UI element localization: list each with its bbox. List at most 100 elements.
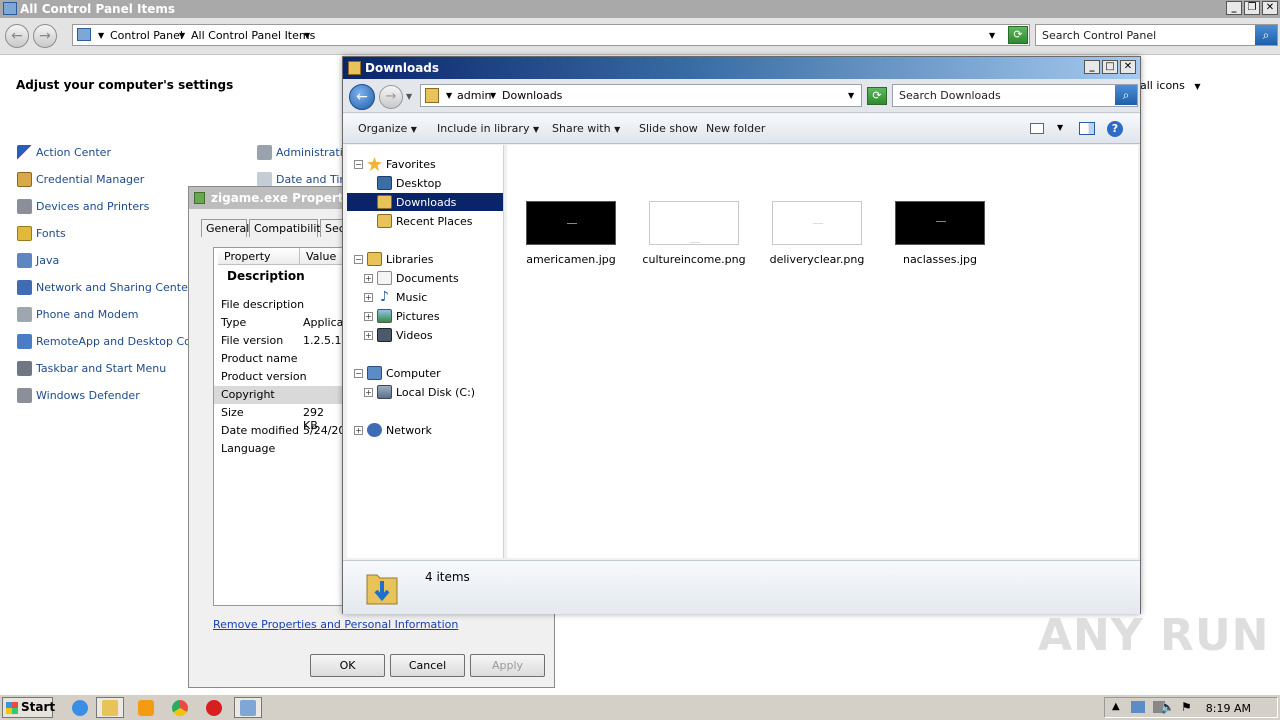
taskbar-chrome[interactable] [166,697,194,718]
table-row[interactable]: File description [214,296,342,314]
tree-item-documents[interactable]: + Documents [364,269,459,287]
help-icon[interactable]: ? [1107,121,1123,137]
remove-properties-link[interactable]: Remove Properties and Personal Informati… [213,618,458,631]
cp-item-taskbar-start[interactable]: Taskbar and Start Menu [17,361,166,376]
cp-item-label[interactable]: Action Center [36,146,111,159]
collapse-icon[interactable]: − [354,368,363,378]
breadcrumb-admin[interactable]: admin [457,89,491,102]
table-row[interactable]: File version 1.2.5.1 [214,332,342,350]
cp-item-fonts[interactable]: Fonts [17,226,66,241]
table-row[interactable]: Date modified 5/24/20 [214,422,345,440]
recent-pages-icon[interactable]: ▼ [406,92,412,101]
breadcrumb-all-items[interactable]: All Control Panel Items [191,29,315,42]
cp-item-label[interactable]: Fonts [36,227,66,240]
share-label[interactable]: Share with [552,122,611,135]
file-name[interactable]: deliveryclear.png [770,253,865,266]
breadcrumb-control-panel[interactable]: Control Panel [110,29,183,42]
clock[interactable]: 8:19 AM [1206,702,1251,715]
tree-label[interactable]: Downloads [396,196,456,209]
tree-item-recent-places[interactable]: Recent Places [377,212,473,230]
cp-address-bar[interactable]: ▼ Control Panel ▼ All Control Panel Item… [72,24,1030,46]
cp-item-devices-printers[interactable]: Devices and Printers [17,199,149,214]
maximize-button[interactable]: □ [1102,60,1118,74]
chevron-down-icon[interactable]: ▼ [848,91,854,100]
table-row[interactable]: Size 292 KB [214,404,342,432]
share-with-menu[interactable]: Share with ▼ [552,122,620,135]
cancel-button[interactable]: Cancel [390,654,465,677]
tree-item-favorites[interactable]: − Favorites [354,155,436,173]
dl-search-input[interactable]: Search Downloads ⌕ [892,84,1138,107]
include-label[interactable]: Include in library [437,122,529,135]
chevron-right-icon[interactable]: ▼ [446,91,452,100]
chevron-down-icon[interactable]: ▼ [1057,123,1063,132]
network-status-icon[interactable] [1131,701,1145,713]
slide-show-button[interactable]: Slide show [639,122,698,135]
search-icon[interactable]: ⌕ [1115,85,1137,105]
taskbar-control-panel[interactable] [234,697,262,718]
expand-icon[interactable]: + [364,330,373,340]
taskbar-opera[interactable] [200,697,228,718]
chevron-right-icon[interactable]: ▼ [179,31,185,40]
cp-item-label[interactable]: Taskbar and Start Menu [36,362,166,375]
collapse-icon[interactable]: − [354,159,363,169]
cp-item-java[interactable]: Java [17,253,59,268]
view-by-selector[interactable]: all icons ▼ [1140,79,1201,92]
table-row-selected[interactable]: Copyright [214,386,342,404]
taskbar-explorer[interactable] [96,697,124,718]
tree-item-network[interactable]: + Network [354,421,432,439]
cp-item-remoteapp[interactable]: RemoteApp and Desktop Conne [17,334,212,349]
cp-item-label[interactable]: RemoteApp and Desktop Conne [36,335,212,348]
view-by-value[interactable]: all icons [1140,79,1185,92]
file-item[interactable]: americamen.jpg [516,201,626,266]
column-header-value[interactable]: Value [300,248,344,265]
organize-menu[interactable]: Organize ▼ [358,122,417,135]
forward-button[interactable]: → [33,24,57,48]
cp-item-label[interactable]: Credential Manager [36,173,144,186]
tree-item-pictures[interactable]: + Pictures [364,307,440,325]
file-item[interactable]: deliveryclear.png [762,201,872,266]
tree-item-libraries[interactable]: − Libraries [354,250,434,268]
column-header-property[interactable]: Property [218,248,300,265]
chevron-right-icon[interactable]: ▼ [304,31,310,40]
chevron-right-icon[interactable]: ▼ [98,31,104,40]
cp-item-windows-defender[interactable]: Windows Defender [17,388,140,403]
minimize-button[interactable]: _ [1226,1,1242,15]
table-row[interactable]: Language [214,440,342,458]
cp-item-network-sharing[interactable]: Network and Sharing Center [17,280,192,295]
cp-item-label[interactable]: Windows Defender [36,389,140,402]
views-icon[interactable] [1030,123,1044,134]
dl-address-bar[interactable]: ▼ admin ▼ Downloads ▼ [420,84,862,107]
taskbar-media-player[interactable] [132,697,160,718]
chevron-down-icon[interactable]: ▼ [411,125,417,134]
chevron-down-icon[interactable]: ▼ [989,31,995,40]
back-button[interactable]: ← [349,84,375,110]
cp-item-action-center[interactable]: Action Center [17,145,111,160]
close-button[interactable]: ✕ [1120,60,1136,74]
expand-icon[interactable]: + [364,292,373,302]
tree-label[interactable]: Music [396,291,427,304]
table-row[interactable]: Product name [214,350,342,368]
cp-item-label[interactable]: Java [36,254,59,267]
tree-label[interactable]: Favorites [386,158,436,171]
file-name[interactable]: americamen.jpg [526,253,616,266]
expand-icon[interactable]: + [364,387,373,397]
tree-label[interactable]: Desktop [396,177,441,190]
tree-label[interactable]: Documents [396,272,459,285]
file-item[interactable]: naclasses.jpg [885,201,995,266]
tree-item-music[interactable]: + ♪ Music [364,288,427,306]
tree-item-videos[interactable]: + Videos [364,326,433,344]
tree-label[interactable]: Recent Places [396,215,473,228]
start-label[interactable]: Start [21,700,55,714]
cp-item-credential-manager[interactable]: Credential Manager [17,172,144,187]
apply-button[interactable]: Apply [470,654,545,677]
cp-search-input[interactable]: Search Control Panel ⌕ [1035,24,1278,46]
collapse-icon[interactable]: − [354,254,363,264]
tree-label[interactable]: Videos [396,329,433,342]
action-center-flag-icon[interactable]: ⚑ [1181,700,1192,714]
back-button[interactable]: ← [5,24,29,48]
new-folder-button[interactable]: New folder [706,122,765,135]
file-item[interactable]: cultureincome.png [639,201,749,266]
forward-button[interactable]: → [379,85,403,109]
minimize-button[interactable]: _ [1084,60,1100,74]
chevron-down-icon[interactable]: ▼ [533,125,539,134]
